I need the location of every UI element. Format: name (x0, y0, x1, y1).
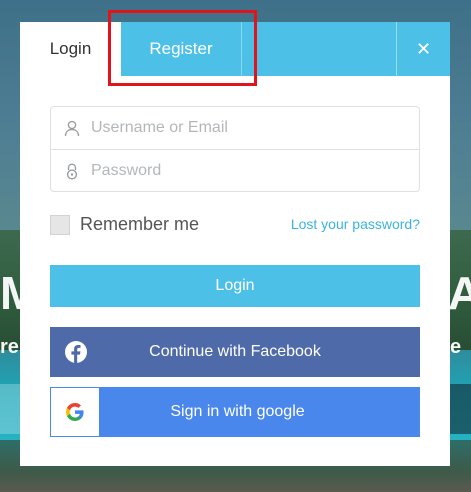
close-icon: ✕ (415, 38, 432, 59)
background-subheading-fragment-right: e (450, 336, 462, 358)
tab-register[interactable]: Register (121, 22, 242, 76)
background-search-fragment (0, 384, 20, 434)
username-input[interactable] (91, 119, 391, 137)
facebook-button-label: Continue with Facebook (149, 343, 321, 360)
google-icon (66, 403, 84, 421)
lost-password-link[interactable]: Lost your password? (291, 216, 420, 232)
background-heading-fragment-right: A (448, 267, 471, 319)
username-row (51, 107, 419, 149)
close-button[interactable]: ✕ (396, 22, 450, 76)
password-row (51, 149, 419, 192)
facebook-login-button[interactable]: Continue with Facebook (50, 327, 420, 377)
user-icon (53, 120, 91, 137)
lock-icon (53, 163, 91, 180)
google-login-button[interactable]: Sign in with google (50, 387, 420, 437)
password-input[interactable] (91, 162, 391, 180)
modal-tab-bar: Login Register ✕ (20, 22, 450, 76)
remember-me-label[interactable]: Remember me (80, 214, 199, 235)
background-button-fragment (450, 384, 471, 434)
login-button[interactable]: Login (50, 265, 420, 307)
login-modal: Login Register ✕ Username or Email Remem… (20, 22, 450, 466)
credentials-fieldset (50, 106, 420, 192)
facebook-icon (65, 341, 87, 368)
google-icon-box (50, 387, 100, 437)
google-button-label: Sign in with google (170, 403, 305, 420)
background-subheading-fragment-left: re (0, 336, 19, 358)
remember-me-checkbox[interactable] (50, 214, 70, 235)
remember-me-group: Remember me (50, 214, 199, 235)
tab-login[interactable]: Login (20, 22, 121, 76)
